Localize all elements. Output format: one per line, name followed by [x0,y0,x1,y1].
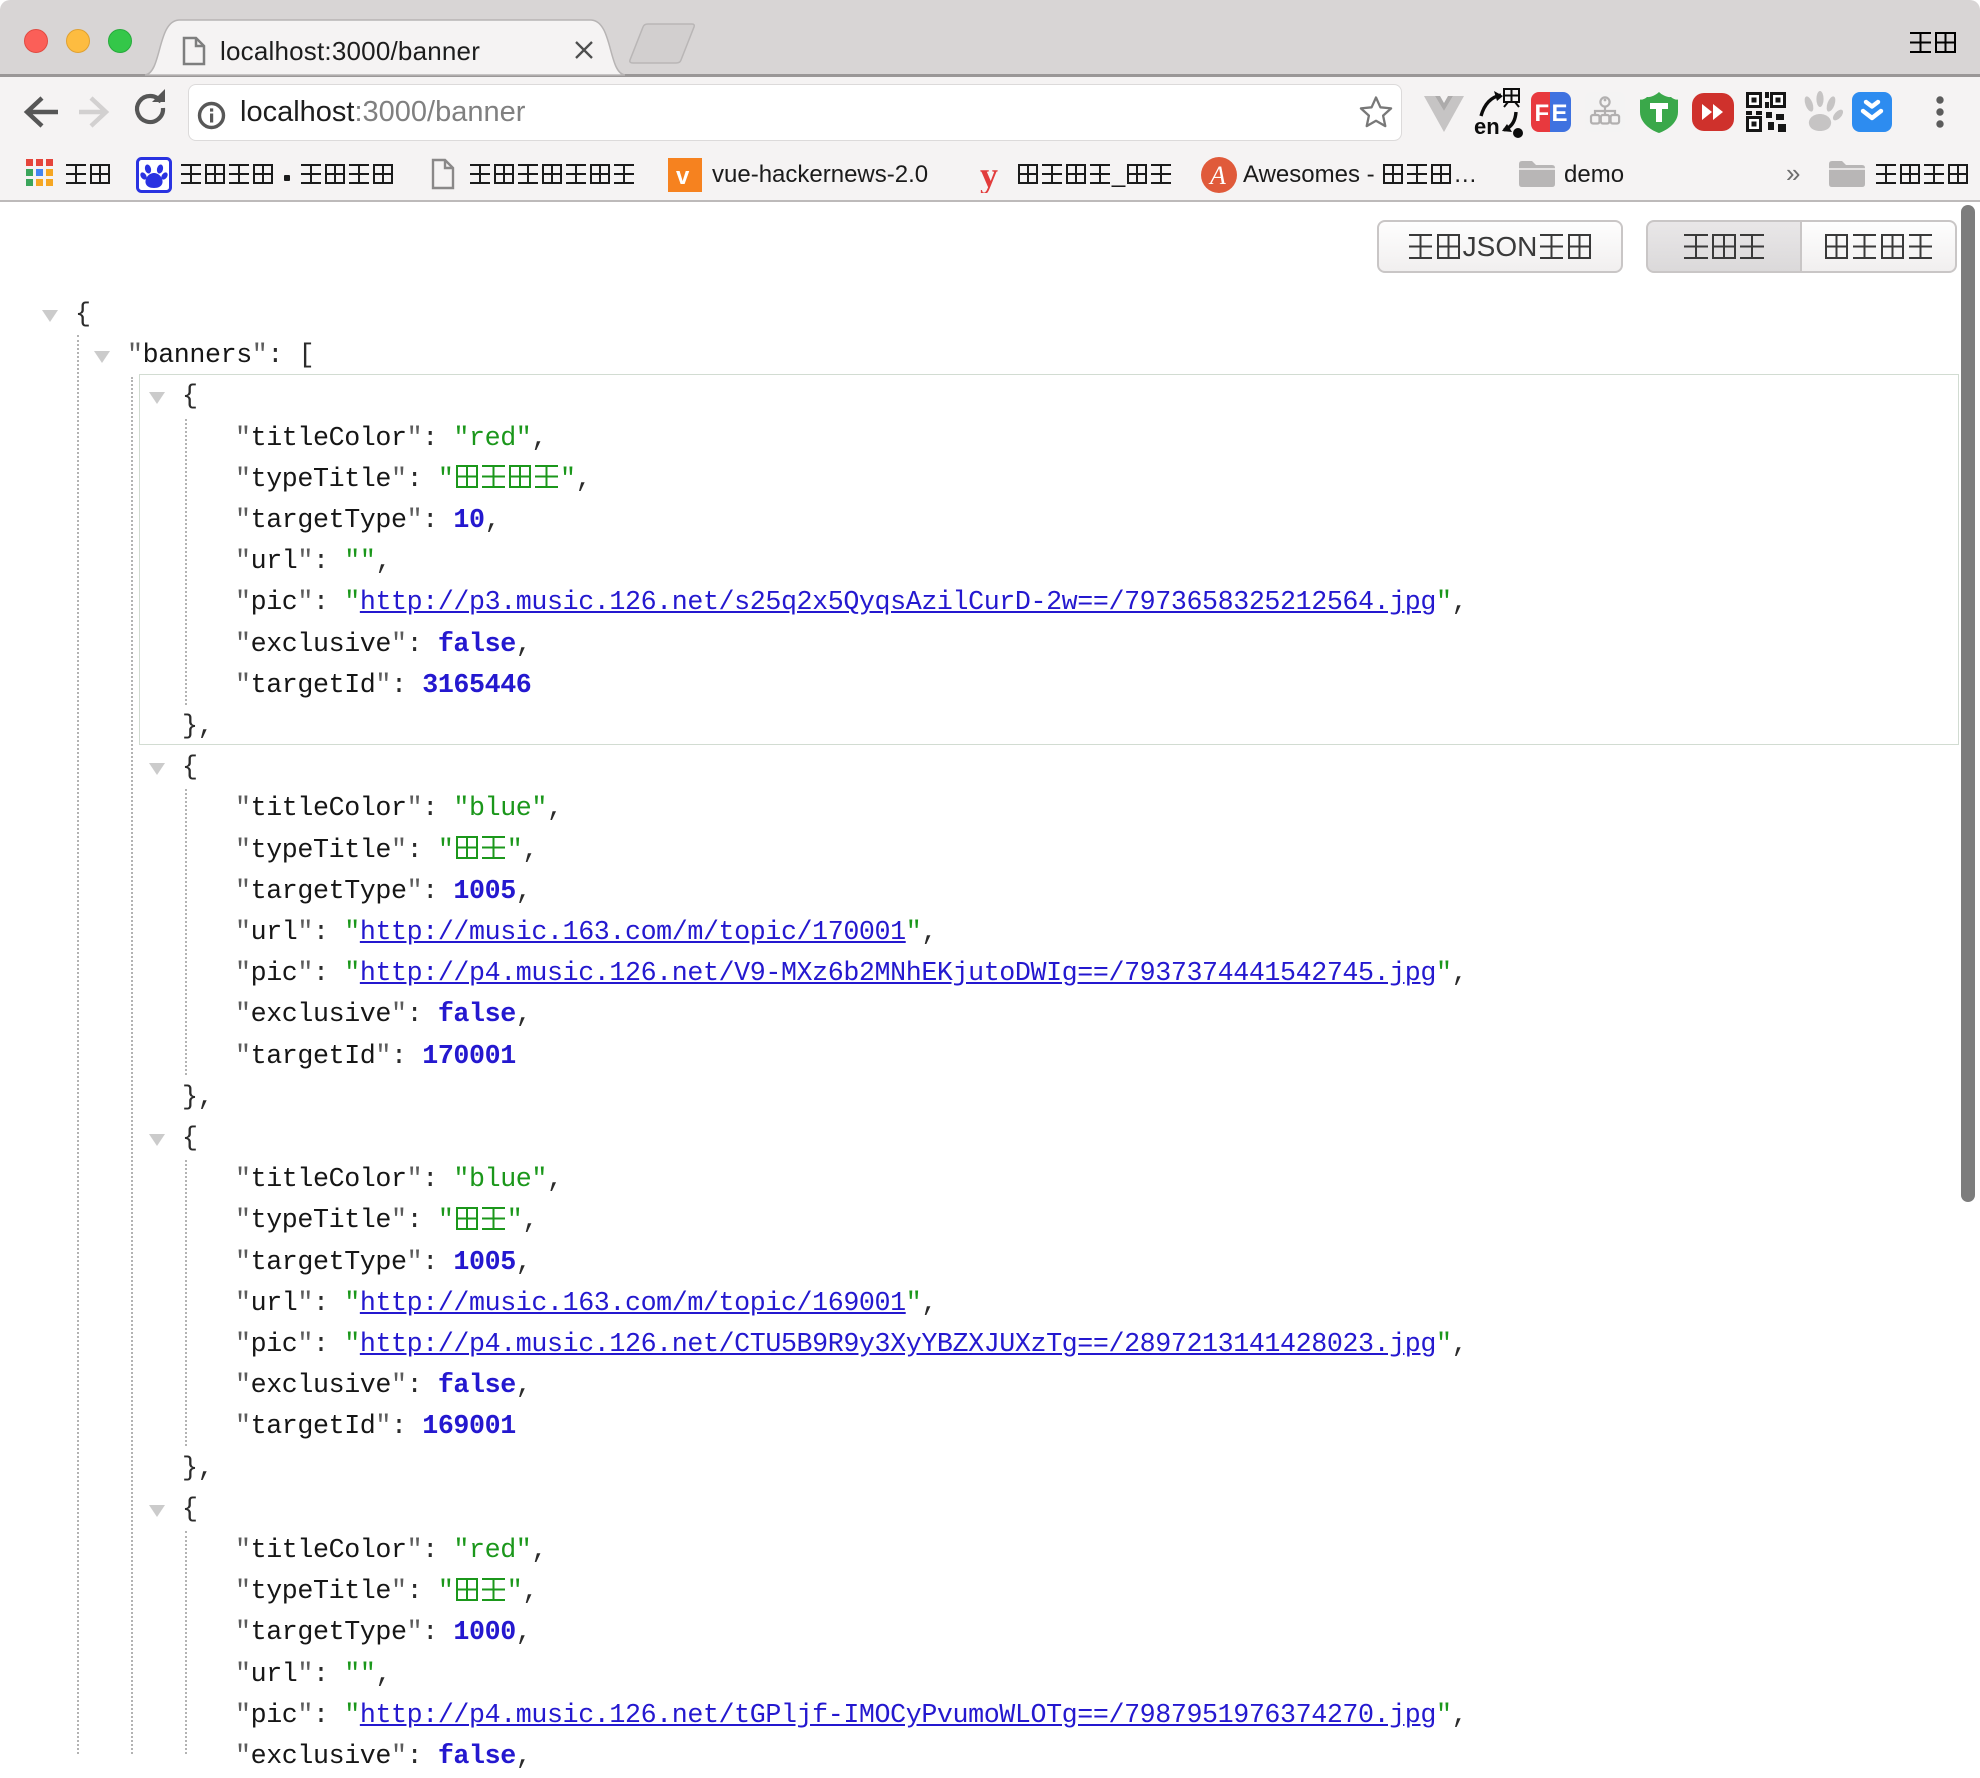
svg-text:en: en [1474,114,1500,138]
svg-text:y: y [980,157,998,193]
svg-text:E: E [1552,100,1568,127]
svg-text:A: A [1208,161,1226,190]
svg-text:v: v [676,163,690,190]
svg-text:F: F [1535,100,1550,127]
